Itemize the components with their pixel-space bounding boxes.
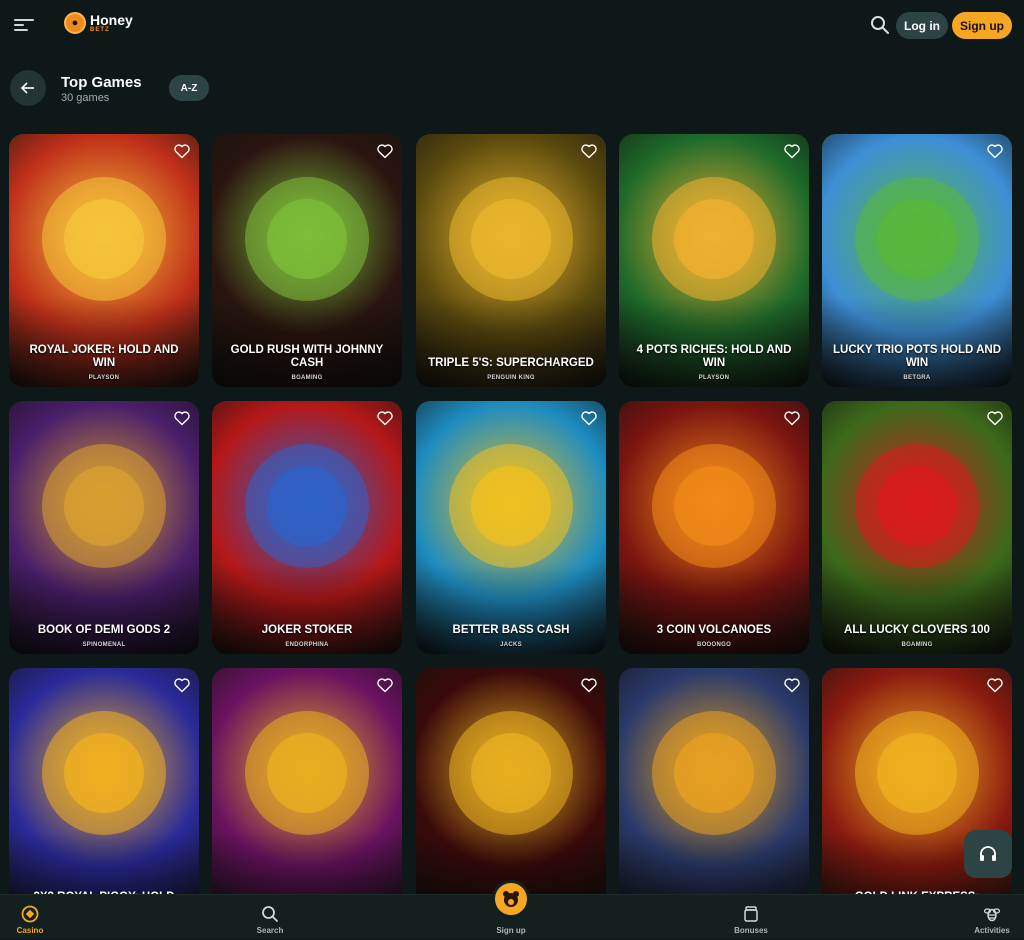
game-provider: BETGRA <box>822 375 1012 381</box>
game-title: LUCKY TRIO POTS HOLD AND WIN <box>830 344 1004 370</box>
nav-casino[interactable]: Casino <box>8 895 52 940</box>
bee-icon <box>983 905 1001 923</box>
card-shade <box>619 297 809 387</box>
back-button[interactable] <box>10 70 46 106</box>
card-shade <box>212 564 402 654</box>
search-icon[interactable] <box>870 15 890 35</box>
game-title: BETTER BASS CASH <box>424 624 598 637</box>
game-provider: JACKS <box>416 642 606 648</box>
game-card[interactable]: ROYAL JOKER: HOLD AND WIN PLAYSON <box>9 134 199 387</box>
card-shade <box>9 831 199 894</box>
nav-activities[interactable]: Activities <box>968 895 1016 940</box>
game-grid: ROYAL JOKER: HOLD AND WIN PLAYSON GOLD RUS… <box>9 134 1015 894</box>
logo[interactable]: ● Honey BETZ <box>64 12 133 34</box>
favorite-heart-icon[interactable] <box>173 409 191 427</box>
nav-search[interactable]: Search <box>248 895 292 940</box>
game-count: 30 games <box>61 92 142 104</box>
support-button[interactable] <box>964 830 1012 878</box>
favorite-heart-icon[interactable] <box>376 142 394 160</box>
game-provider: BGAMING <box>212 375 402 381</box>
game-title: 3 COIN VOLCANOES <box>627 624 801 637</box>
page-title: Top Games <box>61 74 142 91</box>
logo-subtitle: BETZ <box>90 27 133 33</box>
favorite-heart-icon[interactable] <box>580 676 598 694</box>
arrow-left-icon <box>20 80 36 96</box>
headset-icon <box>977 843 999 865</box>
favorite-heart-icon[interactable] <box>986 409 1004 427</box>
favorite-heart-icon[interactable] <box>783 142 801 160</box>
sort-az-button[interactable]: A-Z <box>169 75 209 101</box>
game-card[interactable]: LUCKY TRIO POTS HOLD AND WIN BETGRA <box>822 134 1012 387</box>
game-provider: ENDORPHINA <box>212 642 402 648</box>
card-shade <box>416 297 606 387</box>
game-card[interactable] <box>619 668 809 894</box>
honey-pot-icon <box>742 905 760 923</box>
favorite-heart-icon[interactable] <box>173 676 191 694</box>
game-title: ROYAL JOKER: HOLD AND WIN <box>17 344 191 370</box>
game-title: ALL LUCKY CLOVERS 100 <box>830 624 1004 637</box>
section-header: Top Games 30 games A-Z <box>0 70 1024 110</box>
nav-bonuses-label: Bonuses <box>734 926 768 935</box>
card-shade <box>9 564 199 654</box>
favorite-heart-icon[interactable] <box>580 142 598 160</box>
card-shade <box>416 564 606 654</box>
game-title: TRIPLE 5'S: SUPERCHARGED <box>424 357 598 370</box>
card-shade <box>822 564 1012 654</box>
game-provider: PENGUIN KING <box>416 375 606 381</box>
nav-casino-label: Casino <box>17 926 44 935</box>
login-button[interactable]: Log in <box>896 12 948 39</box>
card-shade <box>9 297 199 387</box>
favorite-heart-icon[interactable] <box>986 676 1004 694</box>
bear-face-icon <box>501 889 521 909</box>
game-title: 4 POTS RICHES: HOLD AND WIN <box>627 344 801 370</box>
game-title: BOOK OF DEMI GODS 2 <box>17 624 191 637</box>
search-icon <box>261 905 279 923</box>
game-card[interactable]: BOOK OF DEMI GODS 2 SPINOMENAL <box>9 401 199 654</box>
menu-icon[interactable] <box>14 16 34 34</box>
favorite-heart-icon[interactable] <box>783 409 801 427</box>
favorite-heart-icon[interactable] <box>376 676 394 694</box>
game-card[interactable]: 3 COIN VOLCANOES BOOONGO <box>619 401 809 654</box>
card-shade <box>619 831 809 894</box>
signup-fab[interactable] <box>492 880 530 918</box>
game-provider: PLAYSON <box>619 375 809 381</box>
game-card[interactable]: 3X3 ROYAL PIGGY: HOLD <box>9 668 199 894</box>
game-provider: BOOONGO <box>619 642 809 648</box>
card-shade <box>212 831 402 894</box>
favorite-heart-icon[interactable] <box>376 409 394 427</box>
nav-activities-label: Activities <box>974 926 1010 935</box>
favorite-heart-icon[interactable] <box>783 676 801 694</box>
game-title: JOKER STOKER <box>220 624 394 637</box>
game-card[interactable]: ALL LUCKY CLOVERS 100 BGAMING <box>822 401 1012 654</box>
game-card[interactable]: 4 POTS RICHES: HOLD AND WIN PLAYSON <box>619 134 809 387</box>
favorite-heart-icon[interactable] <box>173 142 191 160</box>
top-bar: ● Honey BETZ Log in Sign up <box>0 0 1024 52</box>
game-provider: BGAMING <box>822 642 1012 648</box>
card-shade <box>619 564 809 654</box>
bee-logo-icon: ● <box>64 12 86 34</box>
favorite-heart-icon[interactable] <box>986 142 1004 160</box>
logo-name: Honey <box>90 13 133 27</box>
game-card[interactable]: BETTER BASS CASH JACKS <box>416 401 606 654</box>
game-card[interactable]: GOLD RUSH WITH JOHNNY CASH BGAMING <box>212 134 402 387</box>
game-card[interactable]: JOKER STOKER ENDORPHINA <box>212 401 402 654</box>
favorite-heart-icon[interactable] <box>580 409 598 427</box>
game-title: GOLD RUSH WITH JOHNNY CASH <box>220 344 394 370</box>
casino-chip-icon <box>21 905 39 923</box>
game-card[interactable] <box>416 668 606 894</box>
card-shade <box>822 297 1012 387</box>
nav-search-label: Search <box>257 926 284 935</box>
game-provider: PLAYSON <box>9 375 199 381</box>
signup-button[interactable]: Sign up <box>952 12 1012 39</box>
card-shade <box>212 297 402 387</box>
game-card[interactable]: TRIPLE 5'S: SUPERCHARGED PENGUIN KING <box>416 134 606 387</box>
nav-signup-label: Sign up <box>496 926 525 935</box>
game-card[interactable] <box>212 668 402 894</box>
game-provider: SPINOMENAL <box>9 642 199 648</box>
nav-bonuses[interactable]: Bonuses <box>728 895 774 940</box>
